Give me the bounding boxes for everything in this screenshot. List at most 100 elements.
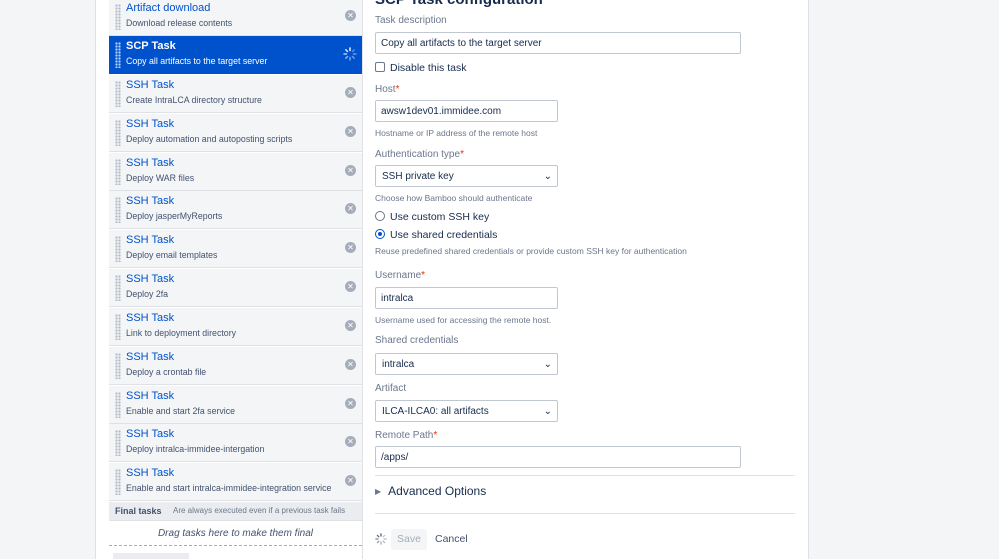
task-description: Deploy intralca-immidee-intergation [126,444,265,454]
task-description: Enable and start 2fa service [126,406,236,416]
add-task-button-partial[interactable] [113,553,189,559]
auth-type-label: Authentication type* [375,149,464,160]
x-circle-icon[interactable]: ✕ [345,165,356,176]
task-item-ssh[interactable]: SSH Task Enable and start 2fa service ✕ [109,386,362,424]
task-description-input[interactable] [375,32,741,54]
chevron-right-icon: ▶ [375,487,382,496]
username-label-text: Username [375,270,422,281]
final-tasks-hint: Are always executed even if a previous t… [173,506,346,515]
x-circle-icon[interactable]: ✕ [345,359,356,370]
x-circle-icon[interactable]: ✕ [345,87,356,98]
task-title: SSH Task [126,273,175,285]
disable-task-checkbox[interactable]: Disable this task [375,62,466,74]
spinner-icon [375,533,387,545]
task-title: SSH Task [126,195,175,207]
task-description: Deploy 2fa [126,289,169,299]
auth-type-value: SSH private key [382,171,454,182]
column-divider [362,0,363,559]
shared-credentials-label: Use shared credentials [390,229,498,241]
username-label: Username* [375,270,425,281]
task-item-ssh[interactable]: SSH Task Link to deployment directory ✕ [109,308,362,346]
cancel-button[interactable]: Cancel [435,529,468,550]
task-description: Deploy automation and autoposting script… [126,134,293,144]
credentials-help: Reuse predefined shared credentials or p… [375,246,687,256]
drag-handle-icon[interactable] [115,469,121,495]
x-circle-icon[interactable]: ✕ [345,10,356,21]
task-description: Deploy WAR files [126,173,195,183]
x-circle-icon[interactable]: ✕ [345,398,356,409]
drag-handle-icon[interactable] [115,120,121,146]
drag-handle-icon[interactable] [115,392,121,418]
task-item-ssh[interactable]: SSH Task Deploy jasperMyReports ✕ [109,191,362,229]
required-marker: * [460,149,464,160]
drag-handle-icon[interactable] [115,275,121,301]
shared-credentials-select[interactable]: intralca ⌄ [375,353,558,375]
task-description: Download release contents [126,18,233,28]
task-title: SSH Task [126,312,175,324]
custom-ssh-key-radio[interactable]: Use custom SSH key [375,211,489,223]
auth-type-label-text: Authentication type [375,149,461,160]
task-title: SSH Task [126,390,175,402]
task-editor-page: Artifact download Download release conte… [95,0,809,559]
task-item-ssh[interactable]: SSH Task Deploy 2fa ✕ [109,269,362,307]
chevron-down-icon: ⌄ [543,171,552,182]
task-item-ssh[interactable]: SSH Task Create IntraLCA directory struc… [109,75,362,113]
spinner-icon [343,47,357,61]
drag-handle-icon[interactable] [115,42,121,68]
username-input[interactable] [375,287,558,309]
x-circle-icon[interactable]: ✕ [345,126,356,137]
host-label: Host* [375,84,399,95]
drag-handle-icon[interactable] [115,159,121,185]
task-title: SSH Task [126,467,175,479]
drag-handle-icon[interactable] [115,197,121,223]
artifact-select[interactable]: ILCA-ILCA0: all artifacts ⌄ [375,400,558,422]
auth-type-select[interactable]: SSH private key ⌄ [375,165,558,187]
host-input[interactable] [375,100,558,122]
task-item-ssh[interactable]: SSH Task Enable and start intralca-immid… [109,463,362,501]
shared-credentials-radio[interactable]: Use shared credentials [375,229,497,241]
task-item-artifact-download[interactable]: Artifact download Download release conte… [109,0,362,36]
final-tasks-dropzone[interactable]: Drag tasks here to make them final [109,521,362,546]
shared-credentials-label: Shared credentials [375,335,459,346]
x-circle-icon[interactable]: ✕ [345,203,356,214]
auth-type-help: Choose how Bamboo should authenticate [375,193,533,203]
page-title: SCP Task configuration [375,0,543,8]
drag-handle-icon[interactable] [115,4,121,30]
task-description: Deploy jasperMyReports [126,211,223,221]
artifact-label: Artifact [375,383,407,394]
x-circle-icon[interactable]: ✕ [345,281,356,292]
advanced-options-toggle[interactable]: ▶ Advanced Options [375,484,486,498]
radio-selected-icon[interactable] [375,229,385,239]
x-circle-icon[interactable]: ✕ [345,320,356,331]
task-item-ssh[interactable]: SSH Task Deploy intralca-immidee-interga… [109,424,362,462]
drag-handle-icon[interactable] [115,81,121,107]
x-circle-icon[interactable]: ✕ [345,242,356,253]
drag-handle-icon[interactable] [115,314,121,340]
task-title: SSH Task [126,428,175,440]
advanced-options-label: Advanced Options [388,484,487,498]
radio-icon[interactable] [375,211,385,221]
required-marker: * [395,84,400,95]
x-circle-icon[interactable]: ✕ [345,475,356,486]
host-help: Hostname or IP address of the remote hos… [375,128,538,138]
remote-path-input[interactable] [375,446,741,468]
task-item-ssh[interactable]: SSH Task Deploy automation and autoposti… [109,114,362,152]
save-button[interactable]: Save [391,529,427,550]
chevron-down-icon: ⌄ [543,359,552,370]
task-item-scp[interactable]: SCP Task Copy all artifacts to the targe… [109,36,362,74]
task-title: Artifact download [126,2,211,14]
task-item-ssh[interactable]: SSH Task Deploy WAR files ✕ [109,153,362,191]
drag-handle-icon[interactable] [115,236,121,262]
drag-handle-icon[interactable] [115,430,121,456]
task-list: Artifact download Download release conte… [109,0,362,559]
section-divider [375,513,795,514]
final-tasks-header: Final tasks Are always executed even if … [109,502,362,521]
required-marker: * [421,270,426,281]
task-item-ssh[interactable]: SSH Task Deploy email templates ✕ [109,230,362,268]
task-description: Deploy a crontab file [126,367,207,377]
task-item-ssh[interactable]: SSH Task Deploy a crontab file ✕ [109,347,362,385]
x-circle-icon[interactable]: ✕ [345,436,356,447]
checkbox-icon[interactable] [375,62,385,72]
task-title: SSH Task [126,118,175,130]
drag-handle-icon[interactable] [115,353,121,379]
